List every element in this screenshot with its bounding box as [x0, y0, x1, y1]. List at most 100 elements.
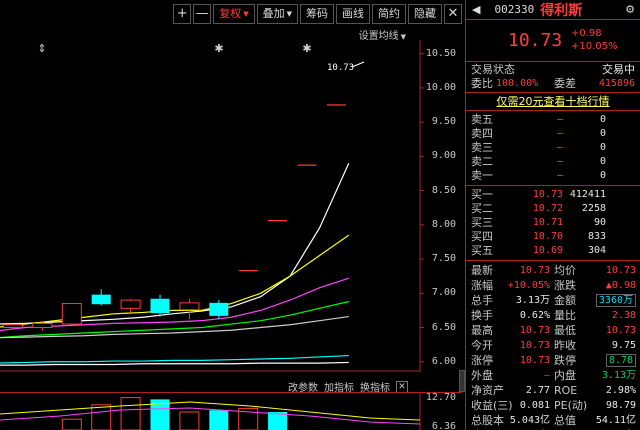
quote-value: 2.77: [525, 385, 550, 396]
quote-label: 最低: [554, 324, 576, 337]
quote-value-text: 3.13万: [601, 370, 636, 381]
quote-value-text: 98.79: [605, 400, 636, 411]
moving-average-line: [0, 354, 349, 364]
quote-row: 收益(三) 0.081 PE(动) 98.79: [466, 398, 640, 413]
zoom-out-button[interactable]: —: [193, 4, 212, 24]
status-value: 交易中: [602, 63, 635, 76]
event-marker-icon: ✱: [302, 42, 311, 55]
diejia-label: 叠加: [262, 7, 285, 20]
sell-price: —: [556, 114, 563, 125]
gap-marker-icon: ⇕: [37, 42, 46, 55]
indicator-chart-svg[interactable]: 12.70 6.36: [0, 392, 462, 430]
quote-label: 今开: [471, 339, 493, 352]
event-marker-icon: ✱: [214, 42, 223, 55]
quote-value: 10.73: [519, 325, 550, 336]
close-chart-button[interactable]: ✕: [444, 4, 462, 24]
close-indicator-button[interactable]: ✕: [396, 380, 408, 393]
price-axis-tick: 9.50: [431, 116, 456, 128]
quote-row: 总股本 5.043亿 总值 54.11亿: [466, 413, 640, 428]
sell-volume: 0: [599, 156, 606, 167]
buy-price: 10.70: [532, 231, 563, 242]
candle[interactable]: [120, 299, 141, 309]
quote-panel: ◀ 002330 得利斯 ⚙ 10.73 +0.98 +10.05% 交易状态 …: [465, 0, 640, 430]
quote-label: 涨停: [471, 354, 493, 367]
price-axis-tick: 10.50: [425, 47, 456, 59]
quote-value: 10.73: [519, 355, 550, 366]
candle[interactable]: [150, 298, 170, 314]
buy-row: 买二 10.72 2258: [466, 202, 640, 216]
quote-value: ▲0.98: [581, 278, 636, 293]
quote-row: 外盘 — 内盘 3.13万: [466, 368, 640, 383]
quote-value: 10.73: [519, 265, 550, 276]
level2-promo-link[interactable]: 仅需20元查看十档行情: [466, 93, 640, 111]
sell-label: 卖五: [471, 113, 493, 126]
quote-label: 内盘: [554, 369, 576, 382]
quote-row: 今开 10.73 昨收 9.75: [466, 338, 640, 353]
quote-table: 最新 10.73 均价 10.73 涨幅 +10.05% 涨跌 ▲0.98 总手 3.13万 金额 3…: [466, 261, 640, 430]
jianyue-button[interactable]: 简约: [372, 4, 406, 24]
quote-value: 5.043亿: [509, 415, 550, 426]
candle[interactable]: [209, 302, 229, 316]
quote-value: —: [543, 370, 550, 381]
quote-value: 3.13万: [515, 295, 550, 306]
candle[interactable]: [179, 302, 200, 311]
chouma-button[interactable]: 筹码: [300, 4, 334, 24]
price-chart-svg[interactable]: ⇕ ✱ ✱ 10.73: [0, 40, 462, 372]
buy-volume: 412411: [569, 189, 606, 200]
price-box: 10.73 +0.98 +10.05%: [466, 20, 640, 62]
huaxian-button[interactable]: 画线: [336, 4, 370, 24]
sell-volume: 0: [599, 142, 606, 153]
buy-label: 买二: [471, 202, 493, 215]
candle[interactable]: [238, 270, 258, 272]
candle[interactable]: [268, 220, 288, 222]
price-axis-tick: 6.50: [431, 321, 456, 333]
kline-chart-area[interactable]: + — 复权 ▼ 叠加 ▼ 筹码 画线 简约 隐藏 ✕ 设置均线 ▼ ⇕ ✱ ✱ 10…: [0, 0, 465, 430]
quote-value: 10.73: [519, 340, 550, 351]
diejia-button[interactable]: 叠加 ▼: [256, 4, 298, 24]
candle[interactable]: [326, 104, 346, 106]
sell-volume: 0: [599, 170, 606, 181]
quote-row: 换手 0.62% 量比 2.38: [466, 308, 640, 323]
weicha-label: 委差: [554, 77, 576, 90]
candle[interactable]: [3, 324, 23, 329]
price-change: +0.98: [571, 28, 602, 39]
quote-label: 金额: [554, 294, 576, 307]
quote-label: 最高: [471, 324, 493, 337]
quote-label: 涨跌: [554, 279, 576, 292]
quote-value: 3360万: [581, 293, 636, 308]
buy-row: 买一 10.73 412411: [466, 188, 640, 202]
quote-label: 最新: [471, 264, 493, 277]
quote-value: 10.73: [581, 323, 636, 338]
price-change-block: +0.98 +10.05%: [571, 27, 618, 53]
sell-volume: 0: [599, 114, 606, 125]
price-axis-tick: 6.00: [431, 355, 456, 367]
quote-value: 8.78: [581, 353, 636, 368]
moving-average-lines: [0, 162, 350, 366]
quote-row: 最新 10.73 均价 10.73: [466, 263, 640, 278]
buy-price: 10.71: [532, 217, 563, 228]
status-row: 交易状态 交易中: [466, 63, 640, 77]
zoom-in-button[interactable]: +: [173, 4, 192, 24]
indicator-bar: [61, 418, 82, 430]
candle[interactable]: [32, 322, 53, 329]
candle[interactable]: [297, 164, 317, 166]
indicator-bar: [209, 410, 229, 430]
quote-row: 涨幅 +10.05% 涨跌 ▲0.98: [466, 278, 640, 293]
buy-label: 买三: [471, 216, 493, 229]
buy-volume: 833: [587, 231, 606, 242]
stock-header: ◀ 002330 得利斯 ⚙: [466, 0, 640, 20]
quote-row: 最高 10.73 最低 10.73: [466, 323, 640, 338]
settings-icon[interactable]: ⚙: [625, 3, 635, 16]
candle[interactable]: [91, 294, 111, 305]
stock-name: 得利斯: [540, 2, 583, 19]
quote-value: 54.11亿: [581, 413, 636, 428]
candle[interactable]: [61, 303, 82, 325]
prev-stock-icon[interactable]: ◀: [472, 3, 480, 16]
sell-row: 卖五 — 0: [466, 113, 640, 127]
fuquan-button[interactable]: 复权 ▼: [213, 4, 255, 24]
yincang-button[interactable]: 隐藏: [408, 4, 442, 24]
status-section: 交易状态 交易中 委比 100.00% 委差 415896: [466, 62, 640, 93]
quote-value: 0.081: [519, 400, 550, 411]
indicator-bar: [179, 411, 200, 430]
last-price-tag: 10.73: [327, 61, 365, 73]
